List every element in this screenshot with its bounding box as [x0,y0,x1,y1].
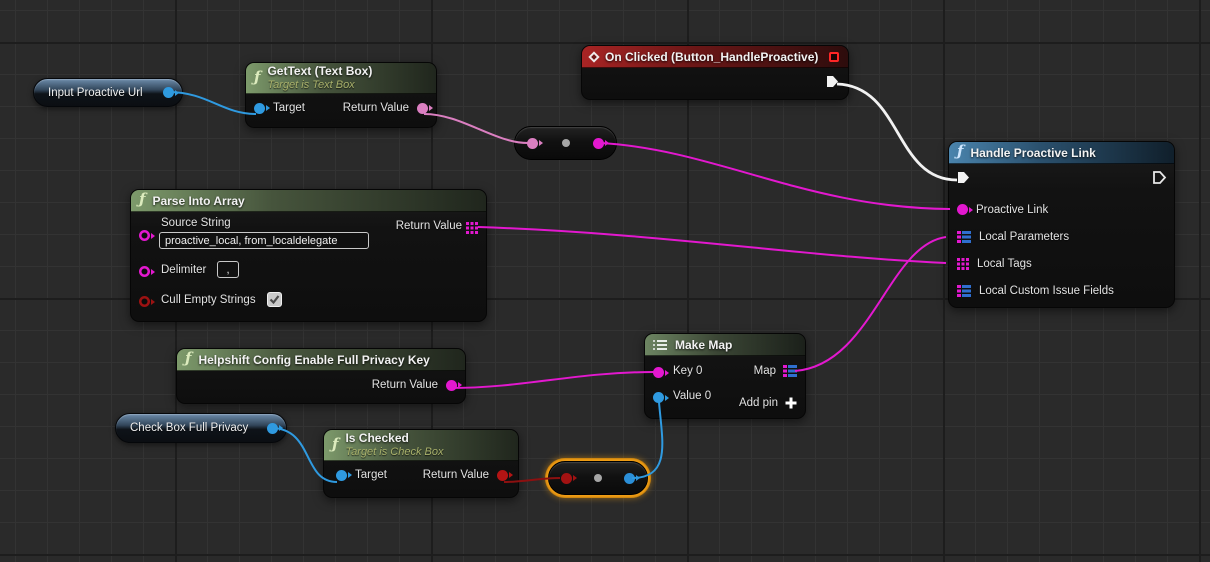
conversion-dot-icon [562,139,570,147]
node-helpshift-config-enable-full-privacy-key[interactable]: ƒ Helpshift Config Enable Full Privacy K… [176,348,466,404]
node-is-checked[interactable]: ƒ Is Checked Target is Check Box Target … [323,429,519,498]
array-return-pin-icon[interactable] [466,222,478,234]
node-subtitle: Target is Check Box [345,446,443,459]
wire-parsearray-to-local-tags[interactable] [478,227,946,263]
node-handle-proactive-link[interactable]: ƒ Handle Proactive Link Proactive Link L… [948,141,1175,308]
value-0-label: Value 0 [673,390,711,402]
node-header[interactable]: ƒ GetText (Text Box) Target is Text Box [246,63,436,94]
target-pin[interactable] [336,470,347,481]
exec-out-pin[interactable] [1152,170,1167,190]
function-icon: ƒ [139,192,145,207]
node-title: GetText (Text Box) [267,65,372,79]
node-subtitle: Target is Text Box [267,79,372,92]
event-icon [588,51,599,62]
array-pin-icon[interactable] [957,258,969,270]
add-pin-label: Add pin [739,397,778,409]
add-pin-button[interactable]: Add pin [739,397,797,409]
source-string-label: Source String [161,217,231,229]
node-header[interactable]: Make Map [645,334,805,356]
cull-empty-strings-pin[interactable] [139,296,150,307]
node-title: Parse Into Array [152,194,244,208]
text-return-pin[interactable] [417,103,428,114]
function-icon: ƒ [332,437,338,452]
target-pin-label: Target [273,102,305,114]
wire-gettext-to-conversion[interactable] [424,114,528,143]
node-parse-into-array[interactable]: ƒ Parse Into Array Source String Return … [130,189,487,322]
node-header[interactable]: On Clicked (Button_HandleProactive) [582,46,848,68]
return-value-label: Return Value [396,220,462,232]
plus-icon [785,397,797,409]
make-map-icon [653,339,668,351]
source-string-pin[interactable] [139,230,150,241]
return-value-label: Return Value [423,469,489,481]
exec-in-pin[interactable] [956,170,971,190]
node-make-map[interactable]: Make Map Key 0 Map Value 0 Add pin [644,333,806,419]
variable-label: Check Box Full Privacy [130,422,248,434]
node-header[interactable]: ƒ Parse Into Array [131,190,486,212]
text-input-pin[interactable] [527,138,538,149]
node-header[interactable]: ƒ Is Checked Target is Check Box [324,430,518,461]
pin-label-local-tags: Local Tags [977,258,1032,270]
function-icon: ƒ [957,144,963,159]
key-0-label: Key 0 [673,365,702,377]
map-output-pin-icon[interactable] [783,365,797,377]
delimiter-label: Delimiter [161,264,206,276]
node-on-clicked[interactable]: On Clicked (Button_HandleProactive) [581,45,849,100]
map-pin-icon[interactable] [957,231,971,243]
node-header[interactable]: ƒ Handle Proactive Link [949,142,1174,164]
variable-node-check-box-full-privacy[interactable]: Check Box Full Privacy [115,413,287,443]
wire-conversion-to-proactive-link[interactable] [601,143,950,209]
cull-empty-strings-label: Cull Empty Strings [161,294,256,306]
node-gettext[interactable]: ƒ GetText (Text Box) Target is Text Box … [245,62,437,128]
conversion-dot-icon [594,474,602,482]
function-icon: ƒ [185,351,191,366]
node-header[interactable]: ƒ Helpshift Config Enable Full Privacy K… [177,349,465,371]
blueprint-canvas[interactable]: { "editor": "blueprint-graph", "colors":… [0,0,1210,562]
pin-label-local-custom-issue-fields: Local Custom Issue Fields [979,285,1114,297]
target-pin[interactable] [254,103,265,114]
delimiter-pin[interactable] [139,266,150,277]
cull-checkbox-checked[interactable] [267,292,282,307]
pin-label-local-parameters: Local Parameters [979,231,1069,243]
delimiter-input[interactable] [217,261,239,278]
node-title: Helpshift Config Enable Full Privacy Key [198,353,429,367]
wire-onclicked-exec-to-handle-exec[interactable] [837,84,957,180]
map-pin-icon[interactable] [957,285,971,297]
function-icon: ƒ [254,70,260,85]
source-string-input[interactable] [159,232,369,249]
return-value-label: Return Value [372,379,438,391]
variable-label: Input Proactive Url [48,87,143,99]
key-0-pin[interactable] [653,367,664,378]
pin-label-proactive-link: Proactive Link [976,204,1048,216]
node-title: On Clicked (Button_HandleProactive) [605,50,818,64]
target-pin-label: Target [355,469,387,481]
node-title: Make Map [675,338,732,352]
delegate-pin-icon[interactable] [829,52,839,62]
bool-return-pin[interactable] [497,470,508,481]
wire-helpshift-to-key0[interactable] [450,372,654,388]
map-output-label: Map [754,365,776,377]
return-value-label: Return Value [343,102,409,114]
node-title: Is Checked [345,432,443,446]
node-title: Handle Proactive Link [970,146,1095,160]
variable-node-input-proactive-url[interactable]: Input Proactive Url [33,78,183,107]
string-input-pin[interactable] [957,204,968,215]
bool-input-pin[interactable] [561,473,572,484]
value-0-pin[interactable] [653,392,664,403]
